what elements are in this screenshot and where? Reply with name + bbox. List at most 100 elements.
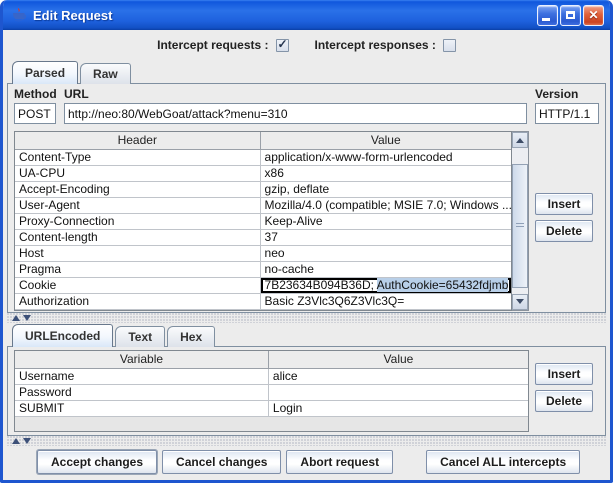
arrow-down-icon bbox=[516, 299, 524, 304]
minimize-button[interactable] bbox=[537, 5, 558, 26]
collapse-down-icon[interactable] bbox=[23, 315, 31, 321]
cell-name[interactable]: Content-length bbox=[15, 229, 260, 245]
params-insert-button[interactable]: Insert bbox=[535, 363, 593, 385]
parsed-tab-content: Method URL Version Header Value bbox=[7, 83, 606, 313]
table-row[interactable]: Content-length37 bbox=[15, 229, 511, 245]
tab-urlencoded[interactable]: URLEncoded bbox=[12, 324, 113, 347]
close-button[interactable]: ✕ bbox=[583, 5, 604, 26]
edit-text-selected: AuthCookie=65432fdjmb bbox=[377, 278, 509, 292]
cell-value[interactable]: alice bbox=[268, 368, 528, 384]
cell-value[interactable]: neo bbox=[260, 245, 511, 261]
cell-name[interactable]: Pragma bbox=[15, 261, 260, 277]
cell-value[interactable]: x86 bbox=[260, 165, 511, 181]
cell-name[interactable]: Content-Type bbox=[15, 149, 260, 165]
cell-name[interactable]: Host bbox=[15, 245, 260, 261]
headers-insert-button[interactable]: Insert bbox=[535, 193, 593, 215]
table-row[interactable]: User-AgentMozilla/4.0 (compatible; MSIE … bbox=[15, 197, 511, 213]
arrow-up-icon bbox=[516, 138, 524, 143]
tab-hex[interactable]: Hex bbox=[167, 326, 215, 347]
version-label: Version bbox=[535, 87, 599, 101]
split-divider-top[interactable] bbox=[7, 313, 606, 323]
cell-value[interactable]: 7B23634B094B36D; AuthCookie=65432fdjmb bbox=[260, 277, 511, 293]
headers-buttons-column: Insert Delete bbox=[529, 131, 599, 311]
cell-name[interactable]: Authorization bbox=[15, 293, 260, 309]
split-divider-bottom[interactable] bbox=[7, 436, 606, 446]
accept-changes-button[interactable]: Accept changes bbox=[37, 450, 157, 474]
scroll-track[interactable] bbox=[512, 148, 528, 294]
maximize-button[interactable] bbox=[560, 5, 581, 26]
abort-request-button[interactable]: Abort request bbox=[286, 450, 393, 474]
intercept-requests-label: Intercept requests : bbox=[157, 38, 268, 52]
headers-table-wrap: Header Value Content-Typeapplication/x-w… bbox=[14, 131, 512, 311]
params-col-value[interactable]: Value bbox=[268, 351, 528, 368]
divider-collapse-controls bbox=[12, 315, 31, 321]
intercept-requests-checkbox[interactable] bbox=[276, 39, 289, 52]
intercept-responses-group: Intercept responses : bbox=[315, 38, 456, 52]
table-row[interactable]: SUBMITLogin bbox=[15, 400, 528, 416]
table-row[interactable]: Accept-Encodinggzip, deflate bbox=[15, 181, 511, 197]
body-tabpane: URLEncodedTextHex Variable Value Usernam… bbox=[7, 323, 606, 436]
body-tabs: URLEncodedTextHex bbox=[7, 323, 606, 346]
scroll-thumb[interactable] bbox=[512, 164, 528, 288]
version-field[interactable] bbox=[535, 103, 599, 124]
maximize-icon bbox=[566, 11, 575, 19]
cell-name[interactable]: Cookie bbox=[15, 277, 260, 293]
cell-name[interactable]: Username bbox=[15, 368, 268, 384]
request-line-labels: Method URL Version bbox=[14, 87, 599, 101]
cell-value[interactable] bbox=[268, 384, 528, 400]
cell-name[interactable]: SUBMIT bbox=[15, 400, 268, 416]
collapse-down-icon[interactable] bbox=[23, 438, 31, 444]
cell-value[interactable]: Keep-Alive bbox=[260, 213, 511, 229]
cell-name[interactable]: Proxy-Connection bbox=[15, 213, 260, 229]
headers-table-area: Header Value Content-Typeapplication/x-w… bbox=[14, 131, 599, 311]
table-row[interactable]: Hostneo bbox=[15, 245, 511, 261]
divider-collapse-controls-2 bbox=[12, 438, 31, 444]
cell-name[interactable]: User-Agent bbox=[15, 197, 260, 213]
cell-value[interactable]: 37 bbox=[260, 229, 511, 245]
table-row[interactable]: Cookie7B23634B094B36D; AuthCookie=65432f… bbox=[15, 277, 511, 293]
headers-delete-button[interactable]: Delete bbox=[535, 220, 593, 242]
collapse-up-icon[interactable] bbox=[12, 438, 20, 444]
table-row[interactable]: UA-CPUx86 bbox=[15, 165, 511, 181]
tab-raw[interactable]: Raw bbox=[80, 63, 131, 84]
cancel-changes-button[interactable]: Cancel changes bbox=[162, 450, 281, 474]
intercept-responses-label: Intercept responses : bbox=[315, 38, 436, 52]
params-table: Variable Value UsernamealicePasswordSUBM… bbox=[15, 351, 528, 417]
request-tabs: ParsedRaw bbox=[7, 60, 606, 83]
table-row[interactable]: Password bbox=[15, 384, 528, 400]
headers-col-header[interactable]: Header bbox=[15, 132, 260, 149]
cell-name[interactable]: UA-CPU bbox=[15, 165, 260, 181]
scroll-down-button[interactable] bbox=[512, 294, 528, 310]
edit-text-plain: 7B23634B094B36D; bbox=[265, 278, 377, 292]
tab-text[interactable]: Text bbox=[115, 326, 165, 347]
intercept-responses-checkbox[interactable] bbox=[443, 39, 456, 52]
table-row[interactable]: AuthorizationBasic Z3Vlc3Q6Z3Vlc3Q= bbox=[15, 293, 511, 309]
window-title: Edit Request bbox=[33, 8, 537, 23]
cell-value[interactable]: Login bbox=[268, 400, 528, 416]
collapse-up-icon[interactable] bbox=[12, 315, 20, 321]
tab-parsed[interactable]: Parsed bbox=[12, 61, 78, 84]
method-field[interactable] bbox=[14, 103, 56, 124]
cell-value[interactable]: gzip, deflate bbox=[260, 181, 511, 197]
edit-request-window: Edit Request ✕ Intercept requests : Inte… bbox=[0, 0, 613, 483]
table-row[interactable]: Pragmano-cache bbox=[15, 261, 511, 277]
headers-table: Header Value Content-Typeapplication/x-w… bbox=[15, 132, 511, 310]
cell-value[interactable]: Mozilla/4.0 (compatible; MSIE 7.0; Windo… bbox=[260, 197, 511, 213]
intercept-requests-group: Intercept requests : bbox=[157, 38, 288, 52]
cell-value[interactable]: application/x-www-form-urlencoded bbox=[260, 149, 511, 165]
table-row[interactable]: Proxy-ConnectionKeep-Alive bbox=[15, 213, 511, 229]
scroll-up-button[interactable] bbox=[512, 132, 528, 148]
table-row[interactable]: Usernamealice bbox=[15, 368, 528, 384]
dialog-content: Intercept requests : Intercept responses… bbox=[3, 30, 610, 480]
cell-name[interactable]: Accept-Encoding bbox=[15, 181, 260, 197]
cell-value[interactable]: no-cache bbox=[260, 261, 511, 277]
titlebar[interactable]: Edit Request ✕ bbox=[3, 0, 610, 30]
headers-col-value[interactable]: Value bbox=[260, 132, 511, 149]
cancel-all-intercepts-button[interactable]: Cancel ALL intercepts bbox=[426, 450, 580, 474]
cell-value[interactable]: Basic Z3Vlc3Q6Z3Vlc3Q= bbox=[260, 293, 511, 309]
params-col-variable[interactable]: Variable bbox=[15, 351, 268, 368]
params-delete-button[interactable]: Delete bbox=[535, 390, 593, 412]
table-row[interactable]: Content-Typeapplication/x-www-form-urlen… bbox=[15, 149, 511, 165]
cell-name[interactable]: Password bbox=[15, 384, 268, 400]
url-field[interactable] bbox=[64, 103, 527, 124]
